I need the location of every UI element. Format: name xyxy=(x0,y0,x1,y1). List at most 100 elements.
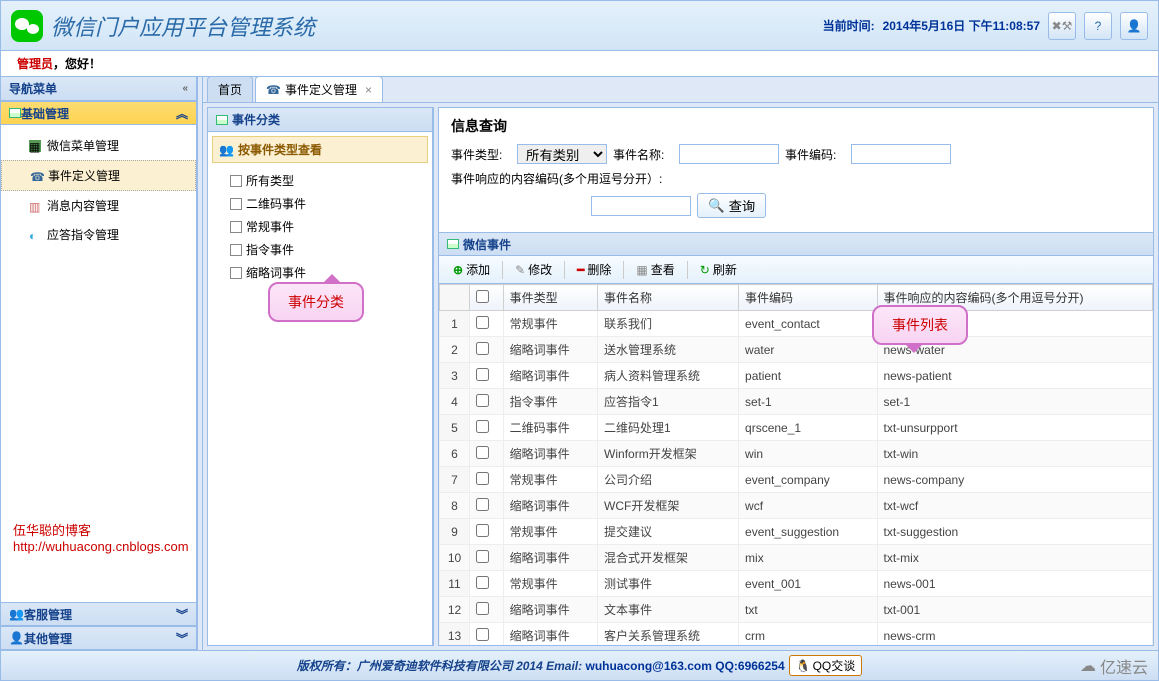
type-label: 事件类型: xyxy=(451,146,511,163)
tree-item[interactable]: 常规事件 xyxy=(230,215,428,238)
tree-item[interactable]: 二维码事件 xyxy=(230,192,428,215)
user-button[interactable]: 👤 xyxy=(1120,12,1148,40)
row-check[interactable] xyxy=(476,602,489,615)
resp-input[interactable] xyxy=(591,196,691,216)
cloud-icon: ☁ xyxy=(1080,656,1096,676)
qq-chat-button[interactable]: 🐧QQ交谈 xyxy=(789,655,863,676)
app-title: 微信门户应用平台管理系统 xyxy=(51,10,315,42)
row-check[interactable] xyxy=(476,316,489,329)
resp-label: 事件响应的内容编码(多个用逗号分开）: xyxy=(451,170,662,187)
table-row[interactable]: 2缩略词事件送水管理系统waternews-water xyxy=(440,337,1153,363)
menu-icon: ▦ xyxy=(29,140,41,152)
blog-link[interactable]: 伍华聪的博客 http://wuhuacong.cnblogs.com xyxy=(13,520,196,554)
table-row[interactable]: 13缩略词事件客户关系管理系统crmnews-crm xyxy=(440,623,1153,646)
code-input[interactable] xyxy=(851,144,951,164)
close-icon[interactable]: × xyxy=(365,83,372,97)
brand-watermark: ☁亿速云 xyxy=(1080,654,1148,678)
help-icon: ? xyxy=(1095,19,1102,33)
table-row[interactable]: 6缩略词事件Winform开发框架wintxt-win xyxy=(440,441,1153,467)
row-check[interactable] xyxy=(476,498,489,511)
view-icon: ▦ xyxy=(636,263,647,277)
row-check[interactable] xyxy=(476,368,489,381)
accordion-basic-mgmt[interactable]: 基础管理 ︽ xyxy=(1,101,196,125)
doc-icon xyxy=(230,244,242,256)
pencil-icon: ✎ xyxy=(515,263,525,277)
greeting-admin: 管理员 xyxy=(17,55,53,72)
row-check[interactable] xyxy=(476,576,489,589)
nav-item-answer-cmd[interactable]: ◐应答指令管理 xyxy=(1,220,196,249)
accordion-other-mgmt[interactable]: 👤 其他管理 ︾ xyxy=(1,626,196,650)
col-name[interactable]: 事件名称 xyxy=(598,285,739,311)
phone-icon: ☎ xyxy=(30,170,42,182)
tree-item[interactable]: 所有类型 xyxy=(230,169,428,192)
row-check[interactable] xyxy=(476,342,489,355)
nav-item-message-content[interactable]: ▥消息内容管理 xyxy=(1,191,196,220)
row-check[interactable] xyxy=(476,550,489,563)
accordion-customer-service[interactable]: 👥 客服管理 ︾ xyxy=(1,602,196,626)
tab-strip: 首页 ☎事件定义管理× xyxy=(203,77,1158,103)
table-row[interactable]: 1常规事件联系我们event_contacttxt-contact xyxy=(440,311,1153,337)
help-button[interactable]: ? xyxy=(1084,12,1112,40)
delete-button[interactable]: ━删除 xyxy=(569,259,619,280)
query-button[interactable]: 🔍查询 xyxy=(697,193,766,218)
tree-panel-title: 事件分类 xyxy=(208,108,432,132)
data-grid: 事件类型 事件名称 事件编码 事件响应的内容编码(多个用逗号分开) 1常规事件联… xyxy=(439,284,1153,645)
delete-icon: ━ xyxy=(577,263,584,277)
table-row[interactable]: 4指令事件应答指令1set-1set-1 xyxy=(440,389,1153,415)
row-check[interactable] xyxy=(476,628,489,641)
table-row[interactable]: 5二维码事件二维码处理1qrscene_1txt-unsurpport xyxy=(440,415,1153,441)
table-row[interactable]: 3缩略词事件病人资料管理系统patientnews-patient xyxy=(440,363,1153,389)
grid-title: 微信事件 xyxy=(439,232,1153,256)
name-label: 事件名称: xyxy=(613,146,673,163)
gear-icon: ✖⚒ xyxy=(1052,19,1073,33)
collapse-icon[interactable]: « xyxy=(182,83,188,94)
table-row[interactable]: 8缩略词事件WCF开发框架wcftxt-wcf xyxy=(440,493,1153,519)
settings-button[interactable]: ✖⚒ xyxy=(1048,12,1076,40)
edit-button[interactable]: ✎修改 xyxy=(507,259,560,280)
row-check[interactable] xyxy=(476,394,489,407)
doc-icon xyxy=(230,267,242,279)
tree-item[interactable]: 指令事件 xyxy=(230,238,428,261)
accordion-label: 客服管理 xyxy=(24,606,72,623)
person-icon: 👤 xyxy=(9,631,24,645)
row-check[interactable] xyxy=(476,420,489,433)
footer-email[interactable]: wuhuacong@163.com xyxy=(585,659,711,673)
doc-icon xyxy=(230,221,242,233)
refresh-button[interactable]: ↻刷新 xyxy=(692,259,745,280)
nav-menu: 导航菜单 « 基础管理 ︽ ▦微信菜单管理 ☎事件定义管理 ▥消息内容管理 ◐应… xyxy=(1,77,197,650)
nav-item-wechat-menu[interactable]: ▦微信菜单管理 xyxy=(1,131,196,160)
copyright: 版权所有：广州爱奇迪软件科技有限公司 2014 Email: xyxy=(297,657,582,674)
view-button[interactable]: ▦查看 xyxy=(628,259,682,280)
refresh-icon: ↻ xyxy=(700,263,710,277)
table-row[interactable]: 11常规事件测试事件event_001news-001 xyxy=(440,571,1153,597)
magnifier-icon: 🔍 xyxy=(708,198,725,214)
footer: 版权所有：广州爱奇迪软件科技有限公司 2014 Email: wuhuacong… xyxy=(1,650,1158,680)
greeting-suffix: ，您好！ xyxy=(53,55,101,72)
tab-home[interactable]: 首页 xyxy=(207,77,253,102)
type-select[interactable]: 所有类别 xyxy=(517,144,607,164)
row-check[interactable] xyxy=(476,524,489,537)
accordion-label: 基础管理 xyxy=(21,105,69,122)
table-row[interactable]: 9常规事件提交建议event_suggestiontxt-suggestion xyxy=(440,519,1153,545)
check-all[interactable] xyxy=(476,290,489,303)
tab-event-def[interactable]: ☎事件定义管理× xyxy=(255,77,383,102)
wechat-logo-icon xyxy=(11,10,43,42)
tree-group[interactable]: 👥按事件类型查看 xyxy=(212,136,428,163)
table-icon xyxy=(216,115,228,125)
nav-title: 导航菜单 xyxy=(9,80,57,97)
table-row[interactable]: 7常规事件公司介绍event_companynews-company xyxy=(440,467,1153,493)
row-check[interactable] xyxy=(476,446,489,459)
user-icon: 👤 xyxy=(1127,19,1142,33)
name-input[interactable] xyxy=(679,144,779,164)
table-row[interactable]: 12缩略词事件文本事件txttxt-001 xyxy=(440,597,1153,623)
col-type[interactable]: 事件类型 xyxy=(503,285,597,311)
nav-item-event-def[interactable]: ☎事件定义管理 xyxy=(1,160,196,191)
people-icon: 👥 xyxy=(9,607,24,621)
col-rownum xyxy=(440,285,470,311)
search-title: 信息查询 xyxy=(451,116,1141,136)
col-code[interactable]: 事件编码 xyxy=(739,285,877,311)
row-check[interactable] xyxy=(476,472,489,485)
table-row[interactable]: 10缩略词事件混合式开发框架mixtxt-mix xyxy=(440,545,1153,571)
notebook-icon: ▥ xyxy=(29,200,41,212)
add-button[interactable]: ⊕添加 xyxy=(445,259,498,280)
